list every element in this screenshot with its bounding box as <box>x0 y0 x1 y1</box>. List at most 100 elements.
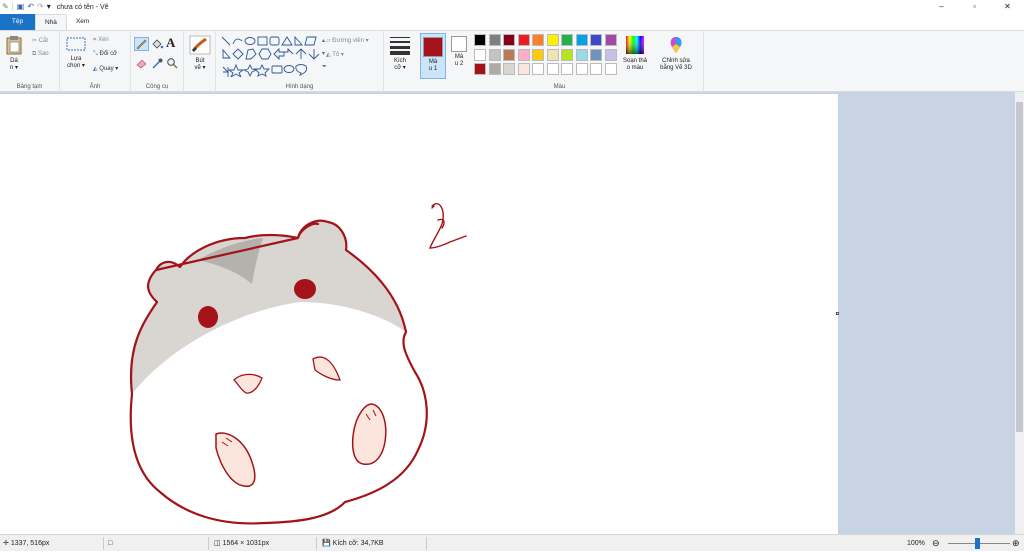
color2-label: Mà <box>454 54 464 60</box>
eraser-icon <box>136 59 147 69</box>
color-swatch[interactable] <box>604 34 617 46</box>
color-swatch[interactable] <box>546 63 559 75</box>
select-label: Lựa <box>70 56 82 62</box>
color-swatch[interactable] <box>517 63 530 75</box>
drawing-canvas[interactable] <box>0 94 839 534</box>
color-swatch[interactable] <box>575 48 588 61</box>
color-swatch[interactable] <box>590 63 602 75</box>
paste-label: Dá <box>10 58 18 64</box>
rotate-button[interactable]: ◭ Quay ▾ <box>93 65 118 72</box>
cut-button[interactable]: ✂ Cắt <box>32 37 48 44</box>
scissors-icon: ✂ <box>32 38 38 44</box>
tab-home[interactable]: Nhà <box>35 14 67 30</box>
outline-button[interactable]: ▱ Đường viền ▾ <box>326 37 369 44</box>
color-swatch[interactable] <box>532 34 544 46</box>
eraser-tool[interactable] <box>135 57 148 71</box>
color-swatch[interactable] <box>474 34 486 46</box>
tools-group: A Công cụ <box>131 31 184 92</box>
color-swatch[interactable] <box>590 34 602 46</box>
paint3d-icon <box>670 37 682 53</box>
file-size-label: Kích cỡ: 34,7KB <box>332 540 384 547</box>
color-swatch[interactable] <box>474 63 486 75</box>
zoom-slider[interactable] <box>948 538 1010 549</box>
clipboard-group-label: Bảng tạm <box>16 84 43 90</box>
color-swatch[interactable] <box>488 63 501 75</box>
text-tool[interactable]: A <box>166 35 175 51</box>
rotate-label: Quay ▾ <box>99 66 119 72</box>
color-swatch[interactable] <box>517 34 530 46</box>
color-swatch[interactable] <box>546 48 559 61</box>
maximize-button[interactable]: ▫ <box>958 0 991 14</box>
color2-button[interactable]: Mà u 2 <box>446 33 472 79</box>
color-swatch[interactable] <box>488 48 501 61</box>
color-picker-tool[interactable] <box>151 57 164 71</box>
signature-doodle <box>429 203 467 249</box>
fur-shape <box>131 220 407 394</box>
redo-icon[interactable]: ↷ <box>37 1 44 13</box>
canvas-dimensions: ◫ 1564 × 1031px <box>214 535 269 552</box>
magnifier-tool[interactable] <box>166 57 179 71</box>
crop-button[interactable]: ⌗ Xén <box>93 37 109 44</box>
image-group: Lựa chọn ▾ ⌗ Xén ⤡ Đổi cỡ ◭ Quay ▾ Ảnh <box>60 31 131 92</box>
color-swatch[interactable] <box>517 48 530 61</box>
color-swatch[interactable] <box>488 34 501 46</box>
vertical-scrollbar-thumb[interactable] <box>1016 102 1023 432</box>
shapes-group: ▴ ▾ ⏷ ▱ Đường viền ▾ ◭ Tô ▾ Hình dạng <box>216 31 384 92</box>
pencil-icon <box>136 39 147 50</box>
undo-icon[interactable]: ↶ <box>27 1 34 13</box>
resize-button[interactable]: ⤡ Đổi cỡ <box>93 51 117 58</box>
color-swatch[interactable] <box>532 63 544 75</box>
color-swatch[interactable] <box>503 63 515 75</box>
brushes-button[interactable]: Bút vẽ ▾ <box>186 35 214 72</box>
color-spectrum-icon <box>626 36 644 54</box>
tab-view[interactable]: Xem <box>67 14 98 30</box>
shapes-gallery[interactable] <box>220 35 320 79</box>
magnifier-icon <box>167 58 178 69</box>
color-swatch[interactable] <box>561 63 573 75</box>
size-button[interactable]: Kích cỡ ▾ <box>387 35 413 72</box>
file-size: 💾 Kích cỡ: 34,7KB <box>322 535 384 552</box>
zoom-slider-knob[interactable] <box>975 538 980 549</box>
save-icon[interactable]: ▣ <box>17 1 25 13</box>
color-swatch[interactable] <box>604 48 617 61</box>
paste-button[interactable]: Dá n ▾ <box>3 35 25 72</box>
color-swatch[interactable] <box>503 48 515 61</box>
zoom-out-button[interactable]: ⊖ <box>932 535 940 552</box>
eyedropper-icon <box>152 58 163 69</box>
fill-tool[interactable] <box>151 38 164 52</box>
vertical-scrollbar[interactable] <box>1015 92 1024 534</box>
outline-icon: ▱ <box>326 38 331 44</box>
pencil-tool[interactable] <box>134 37 149 51</box>
color-swatch[interactable] <box>561 48 573 61</box>
color-swatch[interactable] <box>575 63 588 75</box>
color-swatch[interactable] <box>546 34 559 46</box>
color-swatch[interactable] <box>575 34 588 46</box>
paste-dropdown-label: n ▾ <box>9 65 18 71</box>
color-swatch[interactable] <box>503 34 515 46</box>
selection-icon: □ <box>108 540 113 547</box>
separator: | <box>11 2 14 11</box>
color-swatch[interactable] <box>590 48 602 61</box>
status-separator <box>316 537 317 550</box>
zoom-in-button[interactable]: ⊕ <box>1012 535 1020 552</box>
color-swatch[interactable] <box>604 63 617 75</box>
customize-dropdown-icon[interactable]: ▾ <box>47 1 51 13</box>
edit-with-paint3d-button[interactable]: Chỉnh sửa bằng Vẽ 3D <box>654 35 698 72</box>
right-front-paw <box>312 356 341 381</box>
resize-handle-right[interactable] <box>836 312 839 315</box>
status-separator <box>426 537 427 550</box>
fill-button[interactable]: ◭ Tô ▾ <box>326 51 344 58</box>
minimize-button[interactable]: – <box>925 0 958 14</box>
edit-colors-button[interactable]: Soạn thả o màu <box>618 35 652 72</box>
close-button[interactable]: ✕ <box>991 0 1024 14</box>
color-swatch[interactable] <box>561 34 573 46</box>
color-swatch[interactable] <box>532 48 544 61</box>
workspace <box>0 92 1024 534</box>
select-button[interactable]: Lựa chọn ▾ <box>63 35 89 70</box>
color1-button[interactable]: Mà u 1 <box>420 33 446 79</box>
color-swatch[interactable] <box>474 48 486 61</box>
tab-file[interactable]: Tệp <box>0 14 35 30</box>
copy-button[interactable]: ⧉ Sao <box>32 51 49 58</box>
text-icon: A <box>166 35 176 50</box>
shapes-gallery-icons <box>221 35 320 79</box>
